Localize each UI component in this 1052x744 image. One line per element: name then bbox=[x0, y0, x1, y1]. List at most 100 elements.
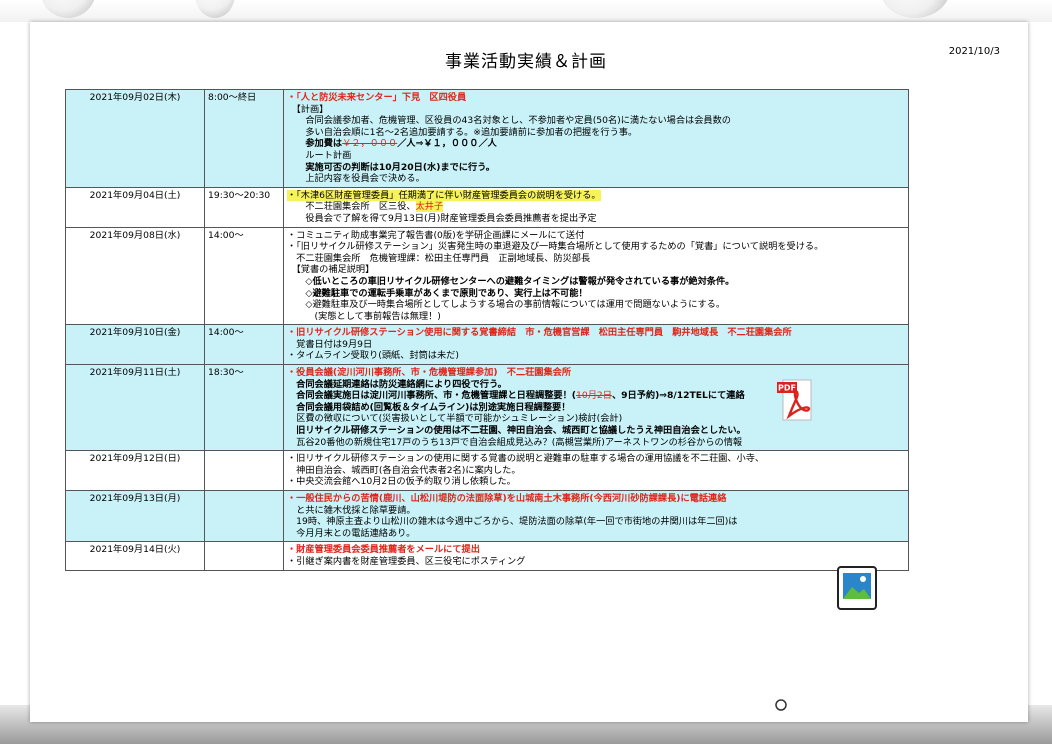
content-line: 不二荘園集会所 区三役、太井子 bbox=[287, 201, 905, 213]
content-text: 太井子 bbox=[415, 201, 444, 213]
pdf-label: PDF bbox=[778, 384, 796, 393]
content-text: 覚書日付は9月9日 bbox=[287, 338, 373, 350]
content-line: ルート計画 bbox=[287, 150, 905, 162]
content-text: ・「旧リサイクル研修ステーション」災害発生時の車退避及び一時集合場所として使用す… bbox=[287, 241, 824, 253]
content-text: ・旧リサイクル研修ステーション使用に関する覚書締結 市・危機官営課 松田主任専門… bbox=[287, 327, 792, 339]
content-line: ・財産管理委員会委員推薦者をメールにて提出 bbox=[287, 544, 905, 556]
content-text: ・ bbox=[287, 92, 297, 103]
content-text: 不二荘園集会所 危機管理課：松田主任専門員 正副地域長、防災部長 bbox=[287, 252, 591, 264]
content-line: 参加費は￥２，０００／人⇒￥１，０００／人 bbox=[287, 138, 905, 150]
content-line: ・中央交流会館へ10月2日の仮予約取り消し依頼した。 bbox=[287, 476, 905, 488]
content-text: ・引継ぎ案内書を財産管理委員、区三役宅にポスティング bbox=[287, 555, 526, 567]
content-text: ルート計画 bbox=[287, 149, 352, 161]
row-content: ・財産管理委員会委員推薦者をメールにて提出 ・引継ぎ案内書を財産管理委員、区三役宅… bbox=[283, 541, 909, 571]
content-text: 多い自治会順に1名～2名追加要請する。※追加要請前に参加者の把握を行う事。 bbox=[287, 126, 638, 138]
content-text: 合同会議実施日は淀川河川事務所、市・危機管理課と日程調整要！( bbox=[287, 390, 577, 402]
content-text: ・旧リサイクル研修ステーションの使用に関する覚書の説明と避難車の駐車する場合の運… bbox=[287, 453, 765, 465]
row-content: ・旧リサイクル研修ステーション使用に関する覚書締結 市・危機官営課 松田主任専門… bbox=[283, 324, 909, 366]
content-text: 今月月末との電話連絡あり。 bbox=[287, 527, 416, 539]
row-content: ・「人と防災未来センター」下見 区四役員 【計画】 合同会議参加者、危機管理、区… bbox=[283, 89, 909, 188]
content-text: と共に雑木伐採と除草要請。 bbox=[287, 504, 416, 516]
row-date: 2021年09月13日(月) bbox=[65, 489, 205, 543]
content-line: と共に雑木伐採と除草要請。 bbox=[287, 505, 905, 517]
content-text: ◇避難駐車での運転手乗車があくまで原則であり、実行上は不可能！ bbox=[287, 287, 588, 299]
row-date: 2021年09月10日(金) bbox=[65, 324, 205, 366]
content-text: ・タイムライン受取り(頭紙、封筒は未だ) bbox=[287, 350, 459, 362]
content-text: 上記内容を役員会で決める。 bbox=[287, 173, 425, 185]
row-date: 2021年09月02日(木) bbox=[65, 89, 205, 188]
content-line: 不二荘園集会所 危機管理課：松田主任専門員 正副地域長、防災部長 bbox=[287, 253, 905, 265]
content-text: 神田自治会、城西町(各自治会代表者2名)に案内した。 bbox=[287, 464, 521, 476]
table-row: 2021年09月14日(火) ・財産管理委員会委員推薦者をメールにて提出 ・引継ぎ案… bbox=[65, 541, 909, 571]
row-date: 2021年09月08日(水) bbox=[65, 226, 205, 326]
content-line: ・旧リサイクル研修ステーション使用に関する覚書締結 市・危機官営課 松田主任専門… bbox=[287, 327, 905, 339]
row-date: 2021年09月14日(火) bbox=[65, 541, 205, 571]
content-line: ◇避難駐車での運転手乗車があくまで原則であり、実行上は不可能！ bbox=[287, 288, 905, 300]
table-row: 2021年09月04日(土) 19:30～20:30 ・「木津6区財産管理委員」任期… bbox=[65, 186, 909, 228]
content-line: 旧リサイクル研修ステーションの使用は不二荘園、神田自治会、城西町と協議したうえ神… bbox=[287, 425, 905, 437]
row-time: 14:00～ bbox=[204, 324, 284, 366]
content-line: ・「木津6区財産管理委員」任期満了に伴い財産管理委員会の説明を受ける。 bbox=[287, 189, 905, 202]
content-text: 不二荘園集会所 区三役、 bbox=[287, 201, 416, 213]
row-time: 19:30～20:30 bbox=[204, 186, 284, 228]
content-text: 10月2日 bbox=[576, 390, 612, 402]
content-text: 合同会議延期連絡は防災連絡網により四役で行う。 bbox=[287, 378, 507, 390]
content-text: 区費の徴収について(災害扱いとして半額で可能かシュミレーション)検討(会計) bbox=[287, 413, 623, 425]
row-time bbox=[204, 489, 284, 543]
content-text: ／人⇒￥１，０００／人 bbox=[397, 138, 497, 150]
pdf-document-icon[interactable]: PDF bbox=[777, 378, 817, 422]
content-line: (実態として事前報告は無理！) bbox=[287, 311, 905, 323]
content-text: ・「木津6区財産管理委員」任期満了に伴い財産管理委員会の説明を受ける。 bbox=[287, 189, 601, 201]
row-time: 8:00～終日 bbox=[204, 89, 284, 188]
content-text: ◇低いところの車旧リサイクル研修センターへの避難タイミングは bbox=[287, 275, 579, 287]
table-row: 2021年09月12日(日) ・旧リサイクル研修ステーションの使用に関する覚書の説… bbox=[65, 450, 909, 491]
content-text: 合同会議用袋詰め(回覧板＆タイムライン)は別途実施日程調整要！ bbox=[287, 401, 571, 413]
row-time bbox=[204, 541, 284, 571]
content-line: ・引継ぎ案内書を財産管理委員、区三役宅にポスティング bbox=[287, 556, 905, 568]
content-text: 合同会議参加者、危機管理、区役員の43名対象とし、不参加者や定員(50名)に満た… bbox=[287, 115, 731, 127]
content-text: (実態として事前報告は無理！) bbox=[287, 310, 441, 322]
table-row: 2021年09月08日(水) 14:00～ ・コミュニティ助成事業完了報告書(0版)… bbox=[65, 226, 909, 326]
cursor-icon bbox=[775, 699, 787, 711]
content-text: 「人と防災未来センター」下見 区四役員 bbox=[296, 92, 467, 103]
content-text: ・役員会議(淀川河川事務所、市・危機管理課参加) 不二荘園集会所 bbox=[287, 367, 572, 379]
content-text: ￥２，０００ bbox=[342, 138, 398, 150]
row-date: 2021年09月12日(日) bbox=[65, 450, 205, 491]
content-line: ・旧リサイクル研修ステーションの使用に関する覚書の説明と避難車の駐車する場合の運… bbox=[287, 453, 905, 465]
content-text: ・財産管理委員会委員推薦者をメールにて提出 bbox=[287, 544, 480, 556]
content-text: 19時、神原主査より山松川の雑木は今週中ごろから、堤防法面の除草(年一回で市街地… bbox=[287, 516, 738, 528]
content-line: ・一般住民からの苦情(鹿川、山松川堤防の法面除草)を山城南土木事務所(今西河川砂… bbox=[287, 493, 905, 505]
content-line: 瓦谷20番他の新規住宅17戸のうち13戸で自治会組成見込み？(高槻営業所)アーネ… bbox=[287, 437, 905, 449]
content-text: 役員会で了解を得て9月13日(月)財産管理委員会委員推薦者を提出予定 bbox=[287, 212, 597, 224]
content-line: 神田自治会、城西町(各自治会代表者2名)に案内した。 bbox=[287, 465, 905, 477]
content-text: 参加費は bbox=[287, 138, 343, 150]
content-line: ・「人と防災未来センター」下見 区四役員 bbox=[287, 92, 905, 104]
content-text: 旧リサイクル研修ステーションの使用は不二荘園、神田自治会、城西町と協議したうえ神… bbox=[287, 425, 746, 437]
schedule-table: 2021年09月02日(木) 8:00～終日 ・「人と防災未来センター」下見 区四役… bbox=[65, 89, 909, 571]
row-time: 14:00～ bbox=[204, 226, 284, 326]
row-content: ・旧リサイクル研修ステーションの使用に関する覚書の説明と避難車の駐車する場合の運… bbox=[283, 450, 909, 491]
image-file-icon[interactable] bbox=[836, 565, 878, 611]
content-text: 瓦谷20番他の新規住宅17戸のうち13戸で自治会組成見込み？(高槻営業所)アーネ… bbox=[287, 436, 743, 448]
table-row: 2021年09月10日(金) 14:00～ ・旧リサイクル研修ステーション使用に関す… bbox=[65, 324, 909, 366]
content-text: 警報が発令されている事が絶対条件。 bbox=[578, 275, 735, 287]
content-line: 合同会議参加者、危機管理、区役員の43名対象とし、不参加者や定員(50名)に満た… bbox=[287, 115, 905, 127]
content-line: ・タイムライン受取り(頭紙、封筒は未だ) bbox=[287, 350, 905, 362]
content-line: 今月月末との電話連絡あり。 bbox=[287, 528, 905, 540]
row-content: ・一般住民からの苦情(鹿川、山松川堤防の法面除草)を山城南土木事務所(今西河川砂… bbox=[283, 489, 909, 543]
row-time bbox=[204, 450, 284, 491]
content-line: ◇避難駐車及び一時集合場所としてしようする場合の事前情報については運用で問題ない… bbox=[287, 299, 905, 311]
row-content: ・コミュニティ助成事業完了報告書(0版)を学研企画課にメールにて送付 ・「旧リサイ… bbox=[283, 226, 909, 326]
table-row: 2021年09月13日(月) ・一般住民からの苦情(鹿川、山松川堤防の法面除草)を… bbox=[65, 489, 909, 543]
content-line: 役員会で了解を得て9月13日(月)財産管理委員会委員推薦者を提出予定 bbox=[287, 213, 905, 225]
row-content: ・「木津6区財産管理委員」任期満了に伴い財産管理委員会の説明を受ける。 不二荘園… bbox=[283, 186, 909, 228]
row-date: 2021年09月11日(土) bbox=[65, 364, 205, 452]
document-date: 2021/10/3 bbox=[948, 46, 1000, 57]
content-line: 上記内容を役員会で決める。 bbox=[287, 173, 905, 185]
row-time: 18:30～ bbox=[204, 364, 284, 452]
content-line: 覚書日付は9月9日 bbox=[287, 339, 905, 351]
content-text: 【計画】 bbox=[287, 103, 329, 115]
content-line: 19時、神原主査より山松川の雑木は今週中ごろから、堤防法面の除草(年一回で市街地… bbox=[287, 516, 905, 528]
content-text: 実施可否の判断は10月20日(水)までに行う。 bbox=[287, 161, 495, 173]
content-line: 多い自治会順に1名～2名追加要請する。※追加要請前に参加者の把握を行う事。 bbox=[287, 127, 905, 139]
